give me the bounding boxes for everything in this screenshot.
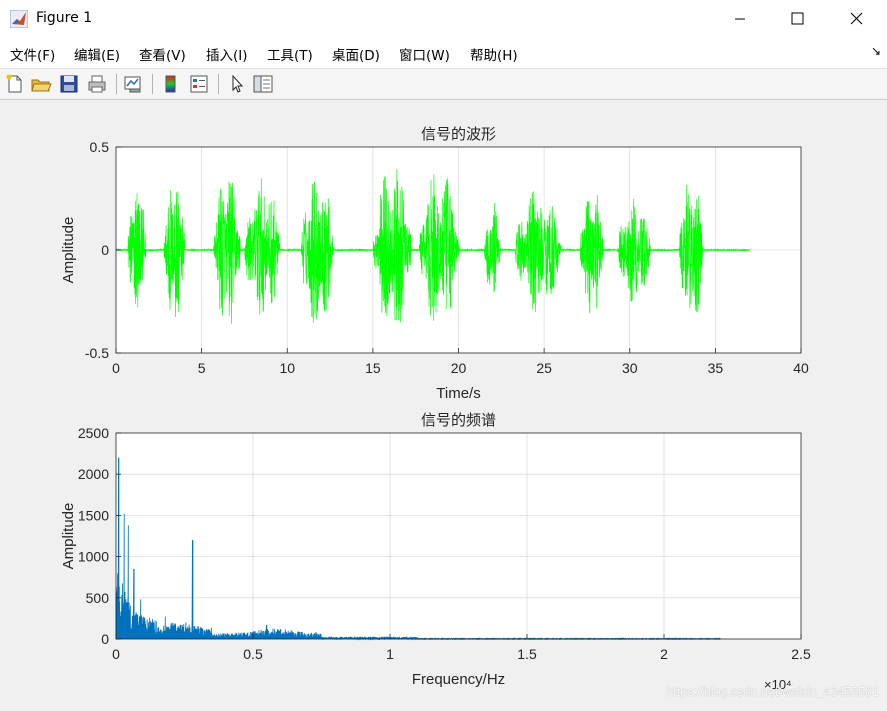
- minimize-button[interactable]: [714, 0, 766, 38]
- menu-edit[interactable]: 编辑(E): [74, 44, 120, 64]
- y-tick-label: 0.5: [90, 139, 110, 155]
- x-tick-label: 25: [536, 360, 552, 376]
- x-tick-label: 0.5: [243, 646, 263, 662]
- x-tick-label: 2.5: [791, 646, 811, 662]
- link-plot-icon[interactable]: [122, 73, 144, 95]
- spectrum-title: 信号的频谱: [421, 411, 496, 429]
- x-tick-label: 40: [793, 360, 809, 376]
- menu-tools[interactable]: 工具(T): [267, 44, 313, 64]
- x-tick-label: 1: [386, 646, 394, 662]
- watermark: https://blog.csdn.net/weixin_43455581: [666, 685, 879, 699]
- colorbar-icon[interactable]: [160, 73, 182, 95]
- toolbar-separator: [152, 74, 153, 94]
- maximize-icon: [791, 12, 804, 25]
- y-tick-label: 0: [101, 631, 109, 647]
- waveform-title: 信号的波形: [421, 125, 496, 143]
- x-tick-label: 0: [112, 360, 120, 376]
- spectrum-axes-background: [116, 433, 801, 639]
- property-editor-icon[interactable]: [252, 73, 274, 95]
- spectrum-ylabel: Amplitude: [60, 503, 77, 570]
- pointer-icon[interactable]: [226, 73, 248, 95]
- print-icon[interactable]: [86, 73, 108, 95]
- close-button[interactable]: [830, 0, 882, 38]
- x-tick-label: 10: [279, 360, 295, 376]
- menu-view[interactable]: 查看(V): [139, 44, 186, 64]
- open-file-icon[interactable]: [30, 73, 52, 95]
- x-tick-label: 0: [112, 646, 120, 662]
- y-tick-label: 1500: [78, 507, 109, 523]
- maximize-button[interactable]: [771, 0, 823, 38]
- x-tick-label: 20: [451, 360, 467, 376]
- x-tick-label: 15: [365, 360, 381, 376]
- waveform-axes[interactable]: 0 5 10 15 20 25 30 35 40-0.500.5 信号的波形 Time/s Am…: [60, 125, 809, 402]
- x-tick-label: 1.5: [517, 646, 537, 662]
- spectrum-xlabel: Frequency/Hz: [412, 671, 505, 688]
- menu-desktop[interactable]: 桌面(D): [332, 44, 380, 64]
- y-tick-label: -0.5: [85, 345, 109, 361]
- plots-svg: 0 5 10 15 20 25 30 35 40-0.500.5 信号的波形 Time/s Am…: [60, 125, 811, 692]
- y-tick-label: 0: [101, 242, 109, 258]
- window-titlebar: Figure 1: [0, 0, 887, 38]
- y-tick-label: 500: [86, 590, 110, 606]
- new-figure-icon[interactable]: [4, 73, 26, 95]
- legend-icon[interactable]: [188, 73, 210, 95]
- matlab-icon: [10, 10, 28, 28]
- menu-window[interactable]: 窗口(W): [399, 44, 450, 64]
- waveform-ylabel: Amplitude: [60, 217, 77, 284]
- figure-canvas: 0 5 10 15 20 25 30 35 40 -0.5 0 0.5 信号的波形 Time/s Am…: [0, 100, 887, 707]
- minimize-icon: [735, 18, 745, 20]
- figure-toolbar: [0, 68, 887, 100]
- menubar: 文件(F) 编辑(E) 查看(V) 插入(I) 工具(T) 桌面(D) 窗口(W…: [0, 38, 887, 68]
- waveform-xlabel: Time/s: [436, 385, 480, 402]
- window-title: Figure 1: [36, 10, 93, 26]
- y-tick-label: 2000: [78, 466, 109, 482]
- toolbar-separator: [116, 74, 117, 94]
- menu-insert[interactable]: 插入(I): [206, 44, 248, 64]
- spectrum-axes[interactable]: 0 0.5 1 1.5 2 2.5 0 500 1000 1500 2000 2500 信号的频谱 F…: [60, 411, 811, 692]
- x-tick-label: 5: [198, 360, 206, 376]
- toolbar-separator: [218, 74, 219, 94]
- y-tick-label: 2500: [78, 425, 109, 441]
- y-tick-label: 1000: [78, 549, 109, 565]
- save-icon[interactable]: [58, 73, 80, 95]
- menu-file[interactable]: 文件(F): [10, 44, 55, 64]
- x-tick-label: 35: [708, 360, 724, 376]
- x-tick-label: 30: [622, 360, 638, 376]
- menu-help[interactable]: 帮助(H): [470, 44, 518, 64]
- x-tick-label: 2: [660, 646, 668, 662]
- close-icon: [850, 12, 863, 25]
- dock-arrow-icon[interactable]: ↘: [871, 44, 881, 58]
